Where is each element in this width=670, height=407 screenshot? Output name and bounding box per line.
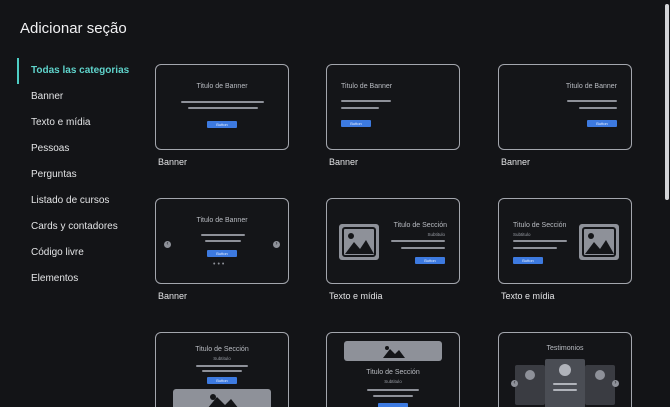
image-placeholder-icon	[579, 224, 619, 260]
template-heading: Titulo de Sección	[195, 346, 249, 353]
text-line	[202, 370, 242, 372]
template-heading: Titulo de Banner	[196, 217, 248, 224]
template-thumbnail[interactable]: Titulo de Sección Subtitulo Button	[498, 198, 632, 284]
template-card[interactable]: Titulo de Sección Subtitulo Button Texto…	[326, 198, 460, 301]
template-button: Button	[587, 120, 617, 127]
template-card[interactable]: Testimonios ‹ ›	[498, 332, 632, 407]
text-line	[341, 100, 391, 102]
category-sidebar: Todas las categorias Banner Texto e mídi…	[17, 58, 147, 292]
avatar-icon	[559, 364, 571, 376]
text-line	[401, 247, 445, 249]
image-placeholder-icon	[344, 341, 442, 361]
sidebar-item-all-categories[interactable]: Todas las categorias	[17, 58, 147, 84]
avatar-icon	[525, 370, 535, 380]
template-heading: Titulo de Banner	[196, 83, 248, 90]
template-button: Button	[415, 257, 445, 264]
scrollbar[interactable]	[665, 4, 669, 200]
carousel-dots: •••	[213, 261, 227, 268]
template-card[interactable]: Titulo de Banner Button Banner	[326, 64, 460, 167]
sidebar-item-cards-counters[interactable]: Cards y contadores	[17, 214, 147, 240]
testimonial-card	[515, 365, 545, 405]
text-line	[367, 389, 419, 391]
template-caption: Banner	[501, 157, 531, 167]
template-caption: Banner	[158, 157, 188, 167]
template-thumbnail[interactable]: Titulo de Banner Button	[155, 64, 289, 150]
template-thumbnail[interactable]: Titulo de Sección Subtitulo Button	[155, 332, 289, 407]
text-line	[205, 240, 241, 242]
template-thumbnail[interactable]: Titulo de Sección Subtitulo Button	[326, 198, 460, 284]
template-button: Button	[341, 120, 371, 127]
text-line	[513, 240, 567, 242]
text-line	[196, 365, 248, 367]
template-caption: Banner	[329, 157, 359, 167]
template-card[interactable]: Titulo de Sección Subtitulo Button Texto…	[498, 198, 632, 301]
text-line	[513, 247, 557, 249]
text-line	[201, 234, 245, 236]
image-placeholder-icon	[173, 389, 271, 407]
template-card[interactable]: Titulo de Banner Button Banner	[498, 64, 632, 167]
sidebar-item-text-media[interactable]: Texto e mídia	[17, 110, 147, 136]
template-caption: Texto e mídia	[501, 291, 555, 301]
template-heading: Titulo de Banner	[341, 83, 393, 90]
sidebar-item-questions[interactable]: Perguntas	[17, 162, 147, 188]
testimonial-card	[585, 365, 615, 405]
template-button: Button	[207, 250, 237, 257]
chevron-left-icon: ‹	[164, 241, 171, 248]
text-line	[373, 395, 413, 397]
template-heading: Titulo de Sección	[366, 369, 420, 376]
sidebar-item-course-list[interactable]: Listado de cursos	[17, 188, 147, 214]
avatar-icon	[595, 370, 605, 380]
text-line	[553, 389, 577, 391]
template-thumbnail[interactable]: Titulo de Banner Button	[326, 64, 460, 150]
template-subtitle: Subtitulo	[384, 379, 402, 384]
testimonial-card	[545, 359, 585, 407]
text-line	[567, 100, 617, 102]
template-subtitle: Subtitulo	[427, 232, 445, 237]
sidebar-item-people[interactable]: Pessoas	[17, 136, 147, 162]
template-heading: Titulo de Banner	[565, 83, 617, 90]
template-heading: Testimonios	[546, 345, 584, 352]
template-heading: Titulo de Sección	[513, 222, 567, 229]
chevron-right-icon: ›	[612, 380, 619, 387]
template-card[interactable]: Titulo de Banner Button Banner	[155, 64, 289, 167]
template-button: Button	[513, 257, 543, 264]
template-card[interactable]: Titulo de Sección Subtitulo	[326, 332, 460, 407]
template-heading: Titulo de Sección	[393, 222, 447, 229]
chevron-right-icon: ›	[273, 241, 280, 248]
sidebar-item-free-code[interactable]: Código livre	[17, 240, 147, 266]
template-thumbnail[interactable]: Titulo de Banner Button ‹ › •••	[155, 198, 289, 284]
template-thumbnail[interactable]: Titulo de Banner Button	[498, 64, 632, 150]
text-line	[188, 107, 258, 109]
section-template-grid: Titulo de Banner Button Banner Titulo de…	[155, 64, 635, 407]
template-caption: Banner	[158, 291, 188, 301]
template-card[interactable]: Titulo de Banner Button ‹ › ••• Banner	[155, 198, 289, 301]
template-thumbnail[interactable]: Testimonios ‹ ›	[498, 332, 632, 407]
chevron-left-icon: ‹	[511, 380, 518, 387]
sidebar-item-elements[interactable]: Elementos	[17, 266, 147, 292]
text-line	[341, 107, 379, 109]
text-line	[391, 240, 445, 242]
text-line	[579, 107, 617, 109]
text-line	[181, 101, 264, 103]
image-placeholder-icon	[339, 224, 379, 260]
template-button	[378, 403, 408, 407]
template-thumbnail[interactable]: Titulo de Sección Subtitulo	[326, 332, 460, 407]
template-card[interactable]: Titulo de Sección Subtitulo Button	[155, 332, 289, 407]
template-subtitle: Subtitulo	[513, 232, 531, 237]
template-button: Button	[207, 377, 237, 384]
template-button: Button	[207, 121, 237, 128]
dialog-title: Adicionar seção	[20, 20, 127, 37]
sidebar-item-banner[interactable]: Banner	[17, 84, 147, 110]
template-subtitle: Subtitulo	[213, 356, 231, 361]
text-line	[553, 383, 577, 385]
template-caption: Texto e mídia	[329, 291, 383, 301]
